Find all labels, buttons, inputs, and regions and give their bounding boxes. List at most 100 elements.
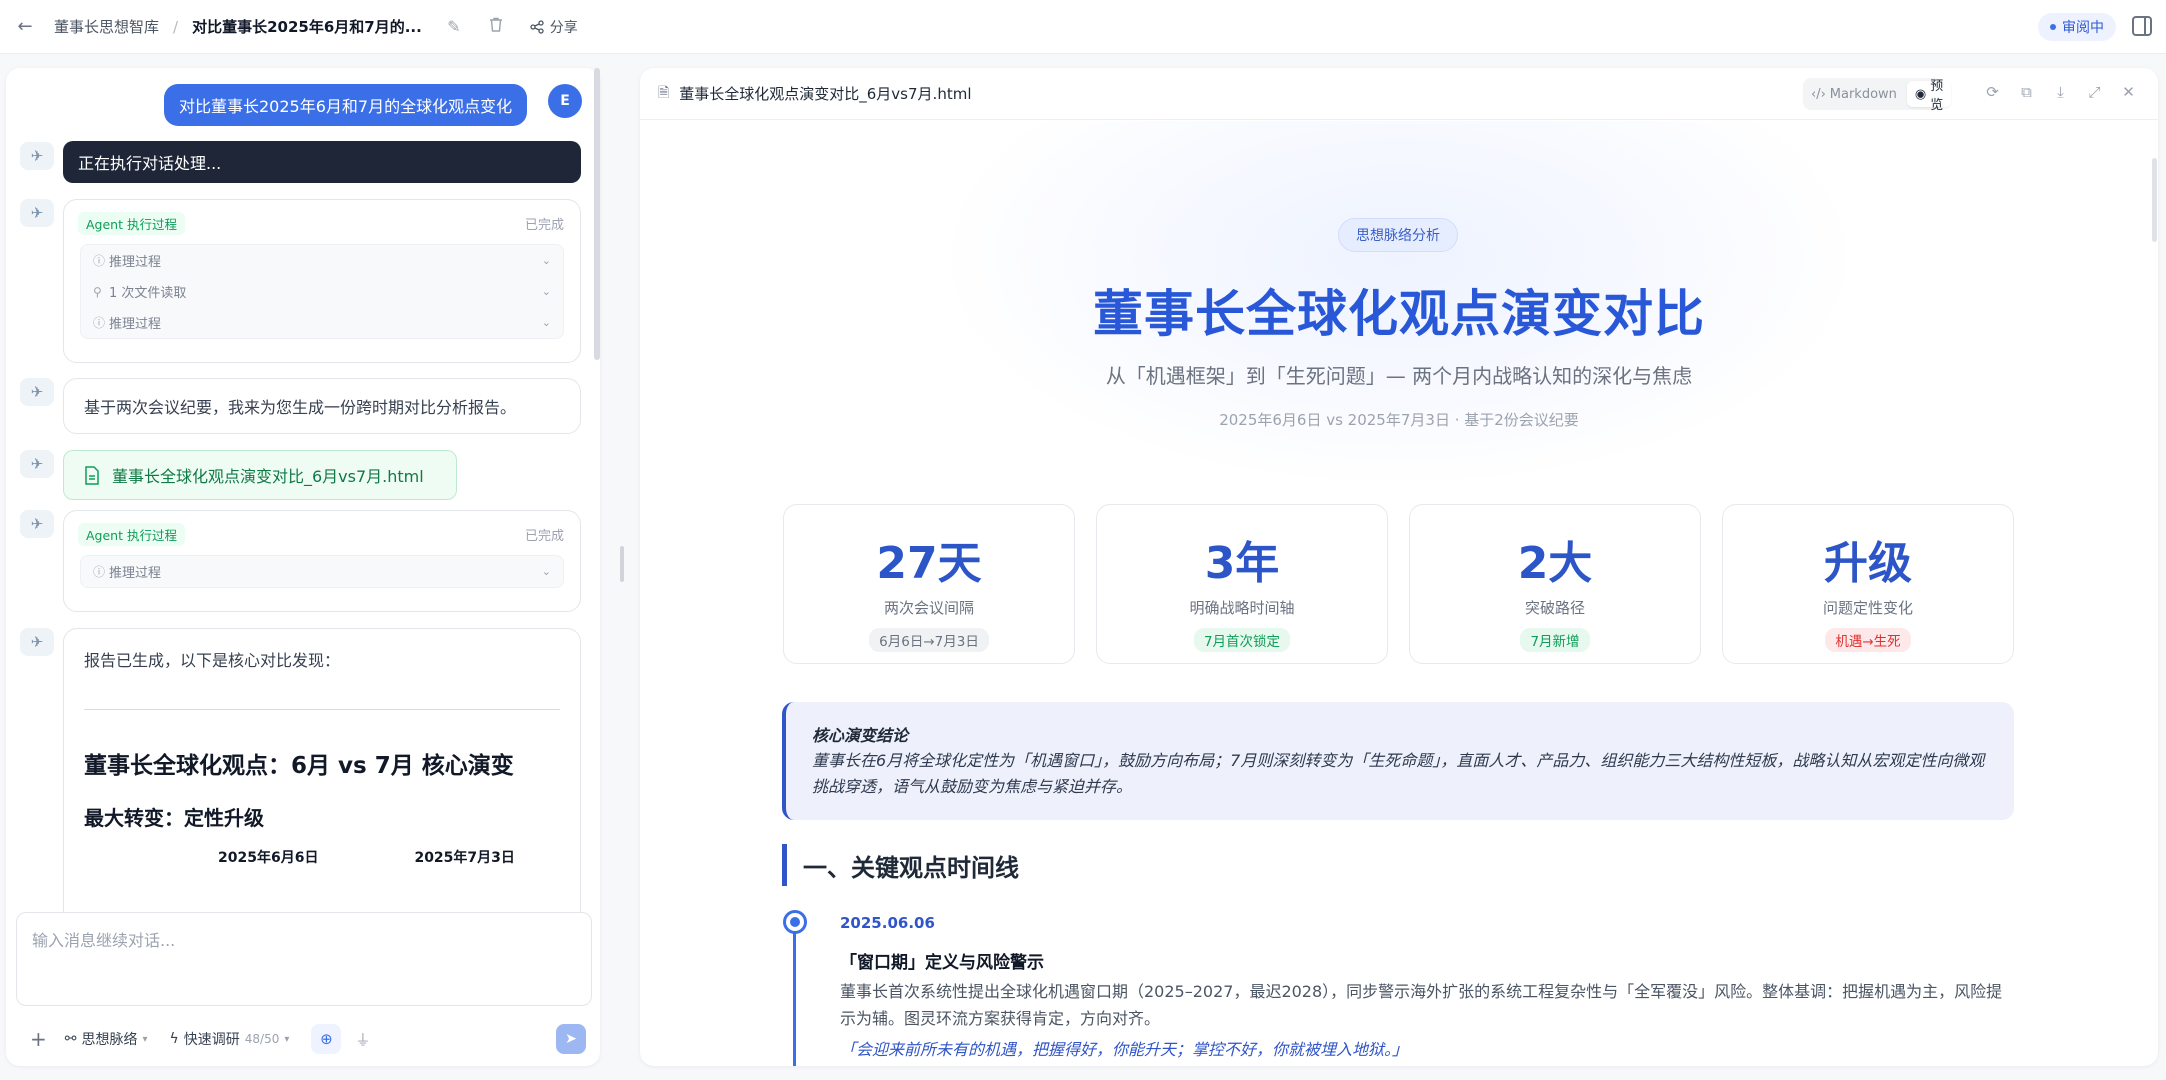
stat-card: 27天 两次会议间隔 6月6日→7月3日 [783, 504, 1075, 664]
bot-avatar-icon: ✈ [20, 510, 54, 538]
agent-step[interactable]: ⚲ 1 次文件读取 ⌄ [81, 276, 563, 307]
chevron-down-icon: ▾ [284, 1033, 290, 1045]
status-badge: 审阅中 [2038, 13, 2116, 41]
eye-icon: ◉ [1914, 86, 1927, 102]
file-attachment[interactable]: 董事长全球化观点演变对比_6月vs7月.html [63, 450, 457, 500]
document-icon [85, 465, 99, 485]
report-meta: 2025年6月6日 vs 2025年7月3日 · 基于2份会议纪要 [1219, 411, 1579, 429]
preview-file-title: 董事长全球化观点演变对比_6月vs7月.html [679, 85, 972, 103]
agent-step[interactable]: ⓘ 推理过程 ⌄ [81, 307, 563, 338]
breadcrumb-separator: / [173, 17, 179, 36]
timeline-dot-icon [783, 910, 807, 934]
report-heading: 董事长全球化观点：6月 vs 7月 核心演变 [84, 753, 514, 779]
add-icon[interactable]: + [30, 1027, 47, 1051]
refresh-icon[interactable]: ⟳ [1983, 82, 2002, 101]
close-icon[interactable]: ✕ [2119, 82, 2138, 101]
code-icon: ‹/› [1811, 86, 1826, 102]
agent-steps: ⓘ 推理过程 ⌄ [80, 555, 564, 588]
assistant-reply: 基于两次会议纪要，我来为您生成一份跨时期对比分析报告。 [63, 378, 581, 434]
tool-label: 快速调研 [183, 1032, 240, 1048]
view-mode-toggle: ‹/› Markdown ◉ 预览 [1803, 78, 1952, 113]
file-name: 董事长全球化观点演变对比_6月vs7月.html [112, 467, 424, 486]
tool-label: 思想脉络 [81, 1032, 138, 1048]
panel-resize-handle[interactable] [620, 546, 624, 582]
agent-step[interactable]: ⓘ 推理过程 ⌄ [81, 556, 563, 587]
conclusion-callout: 核心演变结论 董事长在6月将全球化定性为「机遇窗口」，鼓励方向布局；7月则深刻转… [782, 702, 2014, 820]
message-input[interactable]: 输入消息继续对话... [16, 912, 592, 1006]
report-summary: 报告已生成，以下是核心对比发现： 董事长全球化观点：6月 vs 7月 核心演变 … [63, 628, 581, 958]
preview-scrollbar[interactable] [2152, 158, 2157, 242]
user-message: 对比董事长2025年6月和7月的全球化观点变化 [164, 84, 528, 126]
status-dot-icon [2050, 24, 2056, 30]
preview-actions: ⟳ ⧉ ⤓ ⤢ ✕ [1983, 82, 2138, 101]
table-col-header: 2025年7月3日 [414, 850, 515, 866]
step-label: 1 次文件读取 [109, 286, 187, 301]
link-icon: ⚯ [64, 1031, 77, 1047]
bot-avatar-icon: ✈ [20, 378, 54, 406]
share-icon [530, 19, 544, 34]
chevron-down-icon: ⌄ [541, 316, 551, 329]
stat-label: 明确战略时间轴 [1189, 599, 1295, 617]
chevron-down-icon: ▾ [142, 1033, 148, 1045]
stat-value: 升级 [1824, 538, 1912, 589]
stat-tag: 机遇→生死 [1825, 628, 1911, 652]
stat-card: 升级 问题定性变化 机遇→生死 [1722, 504, 2014, 664]
trash-icon[interactable] [486, 17, 506, 36]
markdown-label: Markdown [1829, 86, 1897, 102]
step-label: 推理过程 [109, 317, 162, 332]
message-placeholder: 输入消息继续对话... [32, 931, 176, 950]
agent-badge: Agent 执行过程 [78, 212, 185, 235]
page-title: 对比董事长2025年6月和7月的... [192, 18, 422, 36]
agent-step[interactable]: ⓘ 推理过程 ⌄ [81, 245, 563, 276]
chat-panel: 对比董事长2025年6月和7月的全球化观点变化 E ✈ 正在执行对话处理... … [6, 68, 600, 1066]
thought-context-selector[interactable]: ⚯ 思想脉络 ▾ [65, 1029, 148, 1049]
chevron-down-icon: ⌄ [541, 285, 551, 298]
status-label: 审阅中 [2062, 20, 2104, 36]
report-subtitle: 从「机遇框架」到「生死问题」— 两个月内战略认知的深化与焦虑 [1105, 364, 1693, 388]
plug-icon[interactable]: ⏚ [355, 1029, 370, 1050]
stat-tag: 6月6日→7月3日 [869, 628, 989, 652]
send-button[interactable]: ➤ [556, 1024, 586, 1054]
breadcrumb-root[interactable]: 董事长思想智库 [54, 16, 159, 37]
document-icon: 🗎 [658, 84, 670, 101]
step-label: 推理过程 [109, 566, 162, 581]
executing-status: 正在执行对话处理... [63, 141, 581, 183]
stat-card: 3年 明确战略时间轴 7月首次锁定 [1096, 504, 1388, 664]
edit-pencil-icon[interactable]: ✎ [444, 17, 464, 36]
top-bar: ← 董事长思想智库 / 对比董事长2025年6月和7月的... ✎ 分享 审阅中 [0, 0, 2166, 54]
conclusion-body: 董事长在6月将全球化定性为「机遇窗口」，鼓励方向布局；7月则深刻转变为「生死命题… [812, 751, 1985, 796]
download-icon[interactable]: ⤓ [2051, 82, 2070, 101]
back-arrow-icon[interactable]: ← [14, 16, 36, 38]
stat-tag: 7月首次锁定 [1193, 628, 1291, 652]
share-button[interactable]: 分享 [530, 17, 578, 37]
globe-icon[interactable]: ⊕ [311, 1024, 342, 1054]
user-avatar: E [548, 84, 582, 118]
preview-tab[interactable]: ◉ 预览 [1906, 79, 1952, 113]
agent-process-card: Agent 执行过程 已完成 ⓘ 推理过程 ⌄ [63, 510, 581, 612]
lightning-icon: ϟ [169, 1031, 179, 1047]
timeline-quote: 「会迎来前所未有的机遇，把握得好，你能升天；掌控不好，你就被埋入地狱。」 [840, 1040, 1409, 1059]
wrench-icon: ⚲ [93, 284, 102, 299]
quick-research-selector[interactable]: ϟ 快速调研 48/50 ▾ [170, 1029, 290, 1049]
info-icon: ⓘ [93, 565, 106, 579]
stat-value: 2大 [1517, 538, 1593, 589]
bot-avatar-icon: ✈ [20, 450, 54, 478]
report-table-header: 2025年6月6日 2025年7月3日 [84, 847, 560, 867]
timeline-heading: 「窗口期」定义与风险警示 [840, 953, 1044, 973]
divider [84, 709, 560, 710]
agent-steps: ⓘ 推理过程 ⌄ ⚲ 1 次文件读取 ⌄ ⓘ 推理过程 ⌄ [80, 244, 564, 339]
agent-process-card: Agent 执行过程 已完成 ⓘ 推理过程 ⌄ ⚲ 1 次文件读取 ⌄ ⓘ 推理过程 ⌄ [63, 199, 581, 363]
stat-label: 问题定性变化 [1822, 599, 1913, 617]
timeline-body: 董事长首次系统性提出全球化机遇窗口期（2025–2027，最迟2028），同步警… [840, 982, 2003, 1028]
agent-badge: Agent 执行过程 [78, 523, 185, 546]
chat-scrollbar[interactable] [594, 68, 600, 360]
markdown-tab[interactable]: ‹/› Markdown [1803, 81, 1905, 107]
stat-card: 2大 突破路径 7月新增 [1409, 504, 1701, 664]
section-pill: 思想脉络分析 [1338, 218, 1458, 252]
section-heading: 一、关键观点时间线 [782, 844, 1019, 886]
panel-toggle-icon[interactable] [2132, 16, 2152, 36]
info-icon: ⓘ [93, 254, 106, 268]
copy-icon[interactable]: ⧉ [2017, 82, 2036, 101]
bot-avatar-icon: ✈ [20, 199, 54, 227]
expand-icon[interactable]: ⤢ [2085, 82, 2104, 101]
